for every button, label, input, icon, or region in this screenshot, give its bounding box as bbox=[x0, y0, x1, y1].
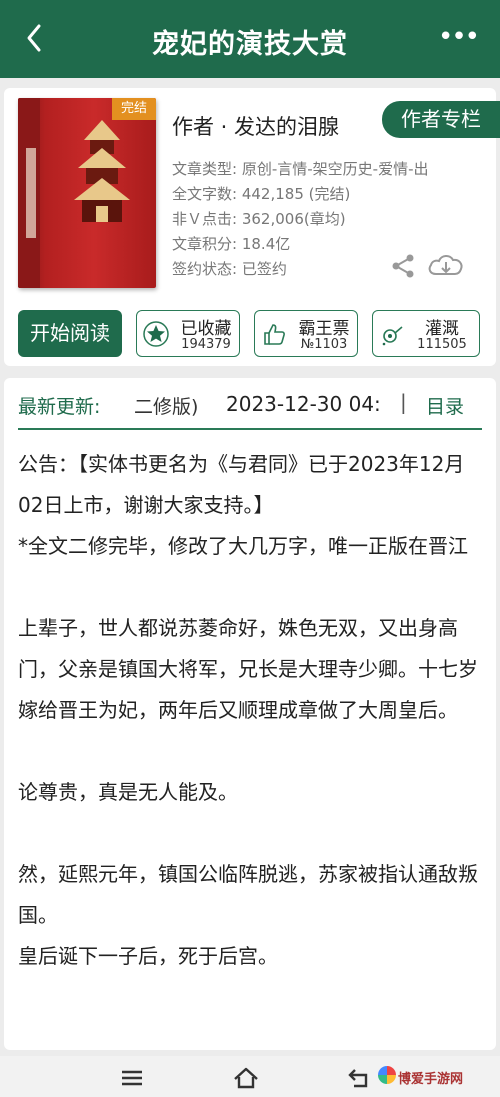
book-info-card: 完结 作者 · 发达的泪腺 作者专栏 文章类型: 原创-言情-架空历史-爱情-出… bbox=[4, 88, 500, 366]
collect-label: 已收藏 bbox=[180, 319, 232, 339]
author-column-button[interactable]: 作者专栏 bbox=[382, 101, 500, 138]
meta-row-genre: 文章类型: 原创-言情-架空历史-爱情-出 bbox=[172, 160, 429, 178]
collect-button[interactable]: 已收藏 194379 bbox=[136, 310, 240, 357]
watermark-logo-icon bbox=[378, 1066, 396, 1084]
bawang-ticket-button[interactable]: 霸王票 №1103 bbox=[254, 310, 358, 357]
watering-can-icon bbox=[382, 326, 403, 346]
share-icon[interactable] bbox=[390, 253, 416, 279]
latest-update-bar[interactable]: 最新更新: 二修版) 2023-12-30 04: | 目录 bbox=[4, 378, 496, 430]
meta-row-wordcount: 全文字数: 442,185 (完结) bbox=[172, 185, 351, 203]
more-options-icon[interactable]: ••• bbox=[438, 24, 480, 50]
table-of-contents-link[interactable]: 目录 bbox=[426, 392, 464, 419]
synopsis-text: 公告：【实体书更名为《与君同》已于2023年12月02日上市，谢谢大家支持。】 … bbox=[18, 444, 484, 977]
latest-chapter-title: 二修版) bbox=[134, 396, 199, 418]
latest-update-date: 2023-12-30 04: bbox=[226, 392, 381, 416]
collect-count: 194379 bbox=[181, 337, 231, 352]
bawang-count: №1103 bbox=[300, 337, 348, 352]
star-icon bbox=[143, 321, 169, 347]
paragraph: 上辈子，世人都说苏菱命好，姝色无双，又出身高门，父亲是镇国大将军，兄长是大理寺少… bbox=[18, 616, 478, 722]
bawang-label: 霸王票 bbox=[298, 319, 350, 339]
thumbs-up-icon bbox=[264, 324, 285, 345]
synopsis-panel: 最新更新: 二修版) 2023-12-30 04: | 目录 公告：【实体书更名… bbox=[4, 378, 496, 1050]
page-title: 宠妃的演技大赏 bbox=[152, 29, 348, 60]
latest-update-label: 最新更新: bbox=[18, 396, 101, 418]
irrigate-label: 灌溉 bbox=[425, 319, 459, 339]
cover-strip bbox=[26, 148, 36, 238]
divider bbox=[18, 428, 482, 430]
completed-badge: 完结 bbox=[112, 98, 156, 120]
paragraph: *全文二修完毕，修改了大几万字，唯一正版在晋江 bbox=[18, 534, 468, 558]
cover-pagoda-illustration bbox=[74, 120, 130, 222]
irrigate-count: 111505 bbox=[417, 337, 467, 352]
back-icon[interactable] bbox=[346, 1066, 374, 1090]
book-cover-image[interactable]: 完结 bbox=[18, 98, 156, 288]
paragraph: 公告：【实体书更名为《与君同》已于2023年12月02日上市，谢谢大家支持。】 bbox=[18, 452, 465, 517]
meta-row-clicks: 非Ｖ点击: 362,006(章均) bbox=[172, 210, 346, 228]
home-icon[interactable] bbox=[232, 1066, 260, 1090]
paragraph: 论尊贵，真是无人能及。 bbox=[18, 780, 238, 804]
app-header: 宠妃的演技大赏 ••• bbox=[0, 0, 500, 78]
separator: | bbox=[400, 390, 407, 414]
start-reading-button[interactable]: 开始阅读 bbox=[18, 310, 122, 357]
menu-icon[interactable] bbox=[118, 1066, 146, 1090]
watermark-text: 博爱手游网 bbox=[398, 1072, 464, 1087]
irrigate-button[interactable]: 灌溉 111505 bbox=[372, 310, 480, 357]
cloud-download-icon[interactable] bbox=[426, 250, 466, 280]
paragraph: 皇后诞下一子后，死于后宫。 bbox=[18, 944, 278, 968]
book-actions-row: 开始阅读 已收藏 194379 霸王票 №1103 灌溉 111505 bbox=[18, 310, 488, 358]
author-line[interactable]: 作者 · 发达的泪腺 bbox=[172, 111, 339, 141]
paragraph: 然，延熙元年，镇国公临阵脱逃，苏家被指认通敌叛国。 bbox=[18, 862, 478, 927]
